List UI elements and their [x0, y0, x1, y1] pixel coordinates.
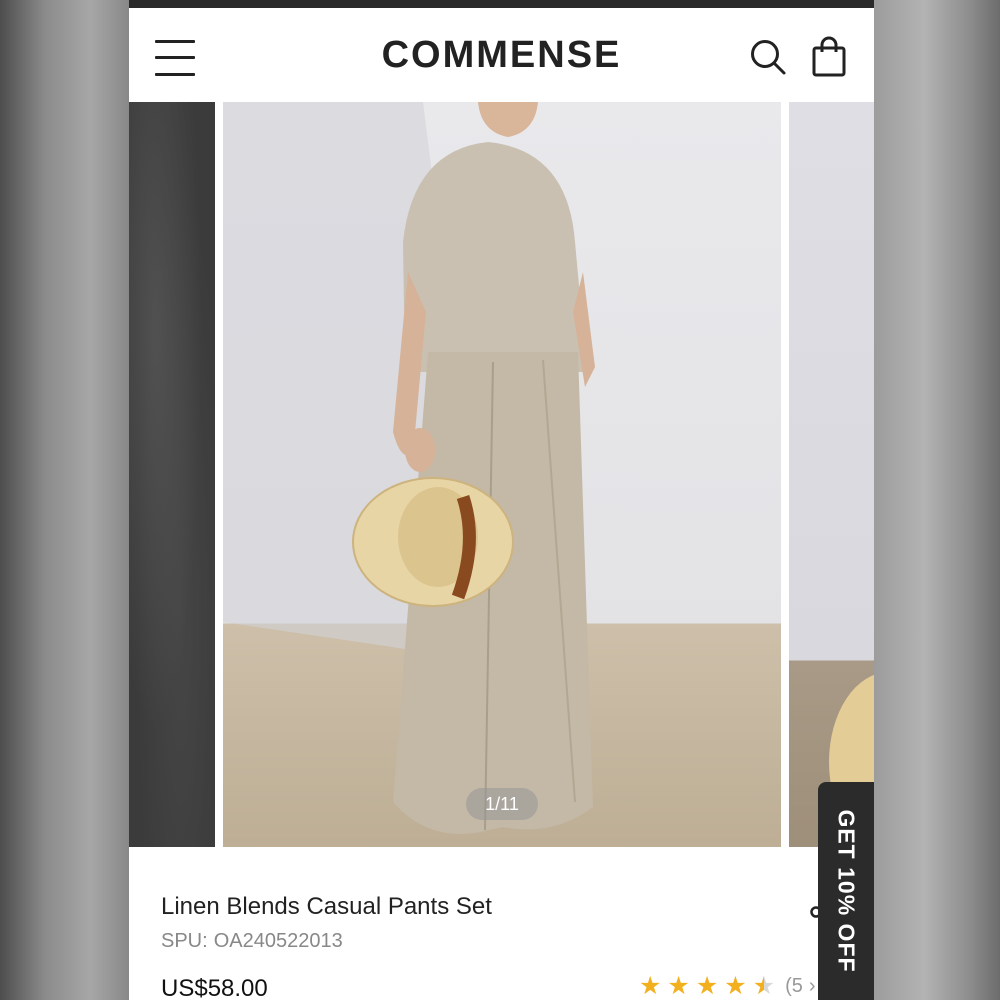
rating-stars[interactable]: ★ ★ ★ ★ ★ (5 ›: [639, 971, 816, 1000]
status-bar-strip: [129, 0, 874, 8]
product-image-carousel[interactable]: 1/11: [129, 102, 874, 847]
product-title: Linen Blends Casual Pants Set: [161, 893, 492, 920]
half-star-icon: ★: [752, 972, 776, 1000]
spu-value: OA240522013: [213, 930, 343, 952]
product-price: US$58.00: [161, 975, 268, 1000]
discount-promo-tab[interactable]: GET 10% OFF: [818, 782, 874, 1000]
site-header: COMMENSE: [129, 8, 874, 102]
product-page: COMMENSE 1/11 Linen Blends Casual Pants …: [129, 0, 874, 1000]
carousel-current-image[interactable]: 1/11: [223, 102, 781, 847]
promo-label: GET 10% OFF: [833, 809, 860, 973]
next-image-preview: [829, 674, 874, 847]
star-icon: ★: [695, 972, 719, 1000]
carousel-next-image[interactable]: [789, 102, 874, 847]
product-photo: [223, 102, 595, 834]
image-counter: 1/11: [466, 788, 538, 820]
product-info: Linen Blends Casual Pants Set SPU: OA2405…: [129, 847, 874, 1000]
spu-label: SPU:: [161, 930, 208, 952]
star-icon: ★: [639, 972, 662, 1000]
background-right: [874, 0, 1000, 1000]
carousel-previous-image[interactable]: [129, 102, 215, 847]
product-spu: SPU: OA240522013: [161, 930, 343, 953]
background-left: [0, 0, 129, 1000]
chevron-right-icon[interactable]: ›: [809, 975, 816, 998]
star-icon: ★: [724, 972, 747, 1000]
search-icon[interactable]: [749, 38, 787, 76]
star-icon: ★: [667, 972, 690, 1000]
shopping-bag-icon[interactable]: [811, 36, 847, 78]
review-count[interactable]: (5: [785, 975, 803, 998]
